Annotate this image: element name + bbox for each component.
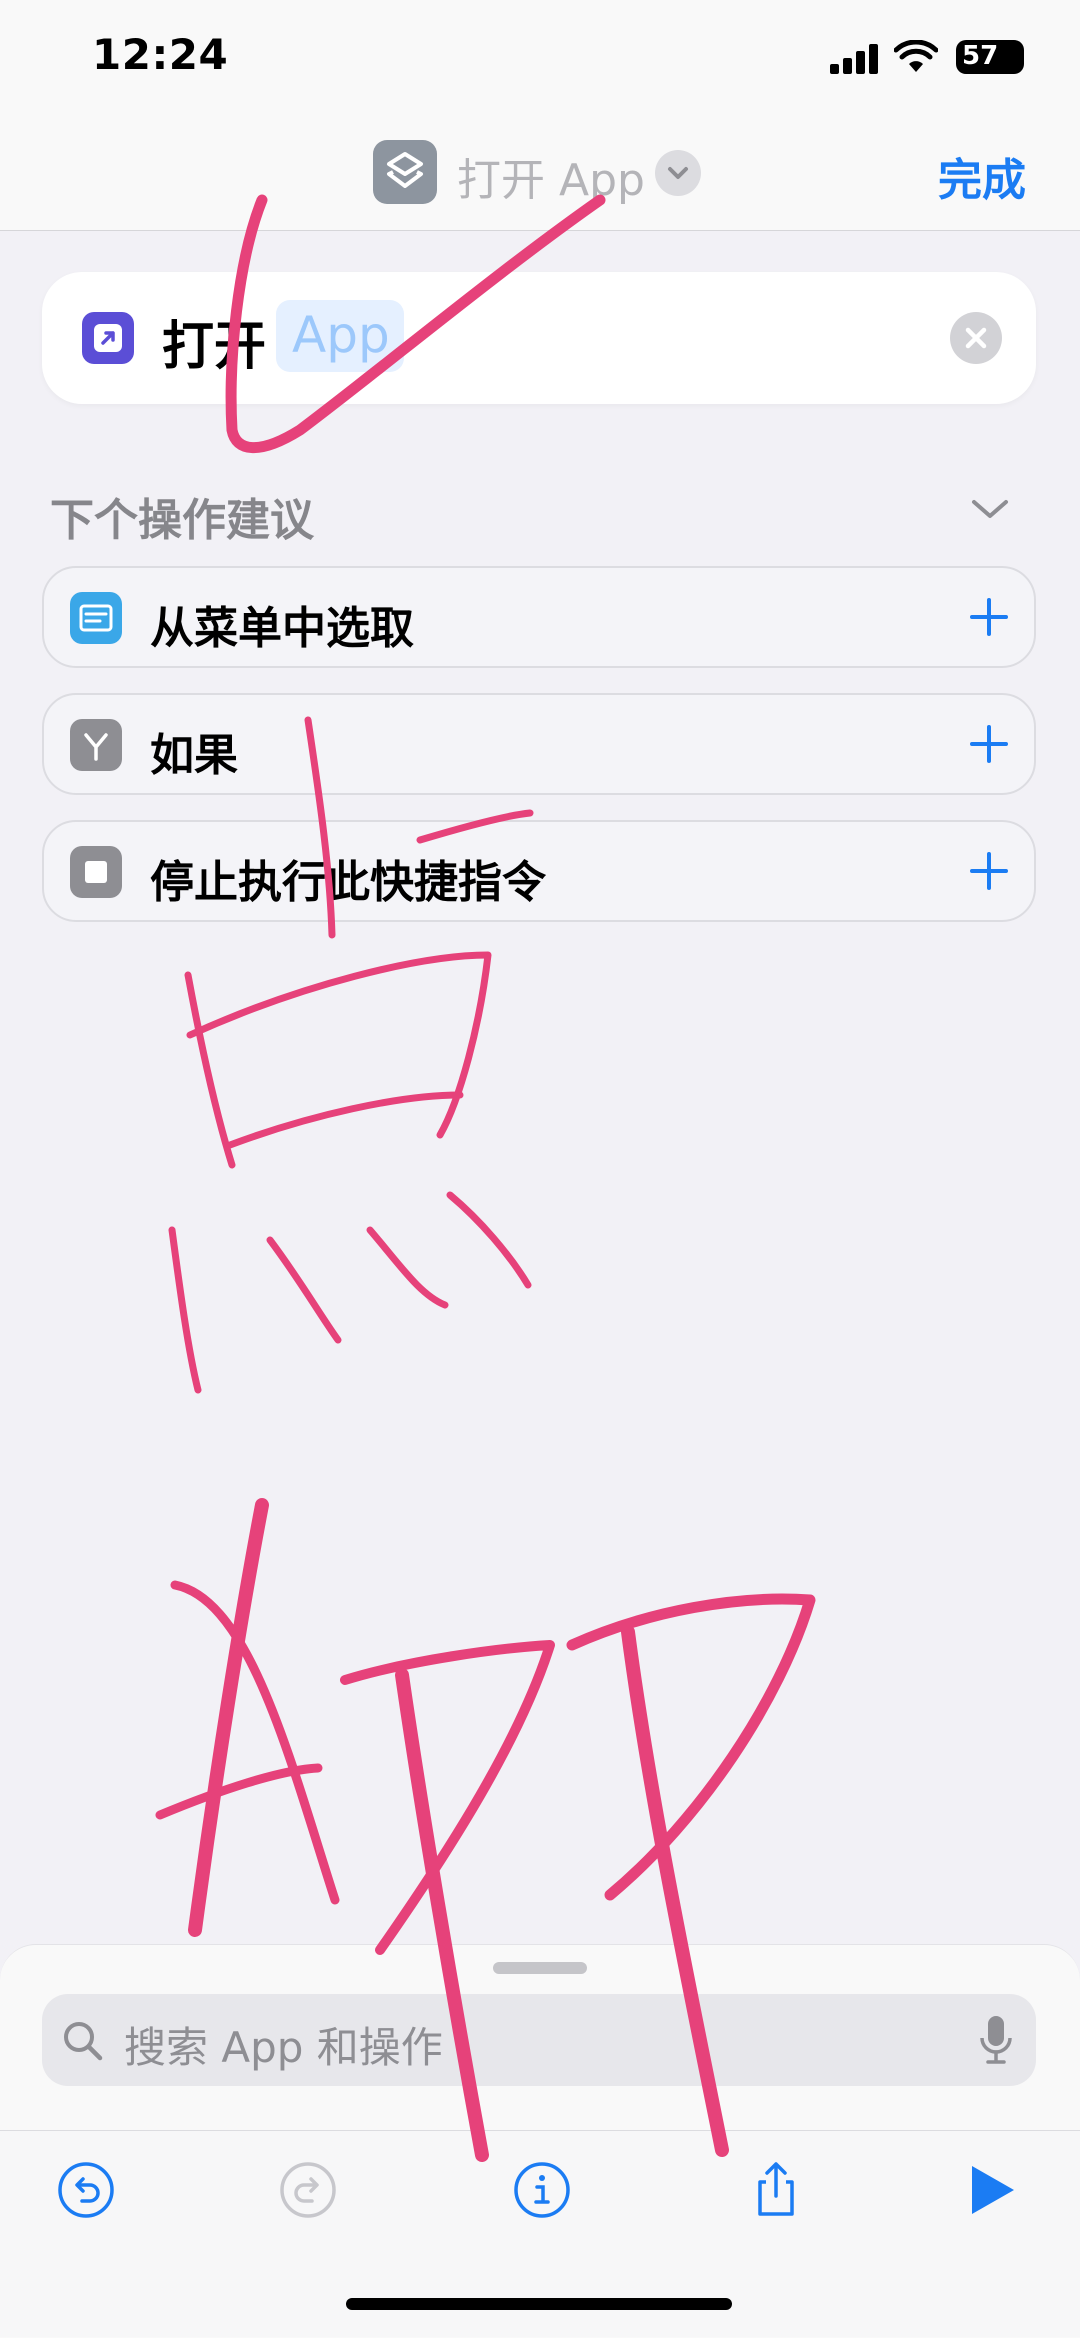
clear-icon[interactable]	[950, 312, 1002, 364]
home-indicator	[346, 2298, 732, 2310]
shortcut-app-icon[interactable]	[373, 140, 437, 204]
sheet-grabber[interactable]	[493, 1962, 587, 1974]
battery-icon: 57	[956, 40, 1024, 74]
done-button[interactable]: 完成	[938, 144, 1026, 208]
ink-stroke	[446, 1191, 532, 1289]
suggestion-row[interactable]: 停止执行此快捷指令	[42, 820, 1036, 922]
add-icon[interactable]	[962, 590, 1016, 644]
ink-stroke	[188, 1498, 269, 1937]
menu-icon	[70, 592, 122, 644]
suggestions-title: 下个操作建议	[50, 495, 314, 546]
share-icon[interactable]	[746, 2160, 806, 2220]
search-icon	[64, 2022, 103, 2061]
search-placeholder[interactable]: 搜索 App 和操作	[124, 2014, 443, 2075]
open-app-icon	[82, 312, 134, 364]
ink-stroke	[184, 971, 236, 1169]
action-verb: 打开	[162, 317, 267, 377]
layers-icon	[387, 152, 423, 188]
suggestion-label: 如果	[150, 730, 238, 781]
redo-icon[interactable]	[278, 2160, 338, 2220]
stop-icon	[70, 846, 122, 898]
collapse-chevron-down-icon[interactable]	[970, 494, 1010, 524]
add-icon[interactable]	[962, 717, 1016, 771]
microphone-icon[interactable]	[976, 2012, 1016, 2068]
ink-stroke	[155, 1763, 323, 1820]
suggestion-row[interactable]: 如果	[42, 693, 1036, 795]
suggestion-row[interactable]: 从菜单中选取	[42, 566, 1036, 668]
ink-stroke	[170, 1580, 340, 1905]
ink-stroke	[226, 1091, 464, 1149]
status-time: 12:24	[92, 30, 229, 79]
suggestion-label: 从菜单中选取	[150, 603, 414, 654]
add-icon[interactable]	[962, 844, 1016, 898]
title-chevron-down-icon[interactable]	[655, 150, 701, 196]
cellular-signal-icon	[830, 44, 880, 74]
wifi-icon	[894, 40, 938, 72]
ink-stroke	[566, 1593, 816, 1901]
suggestion-label: 停止执行此快捷指令	[150, 857, 546, 908]
ink-stroke	[266, 1236, 342, 1344]
ink-stroke	[186, 951, 492, 1139]
run-play-icon[interactable]	[962, 2160, 1022, 2220]
ink-stroke	[340, 1640, 555, 1955]
battery-level: 57	[962, 41, 999, 71]
ink-stroke	[168, 1226, 202, 1394]
app-parameter-label[interactable]: App	[292, 306, 390, 364]
info-icon[interactable]	[512, 2160, 572, 2220]
undo-icon[interactable]	[56, 2160, 116, 2220]
ink-stroke	[366, 1226, 449, 1309]
shortcut-title[interactable]: 打开 App	[457, 144, 645, 208]
branch-icon	[70, 719, 122, 771]
